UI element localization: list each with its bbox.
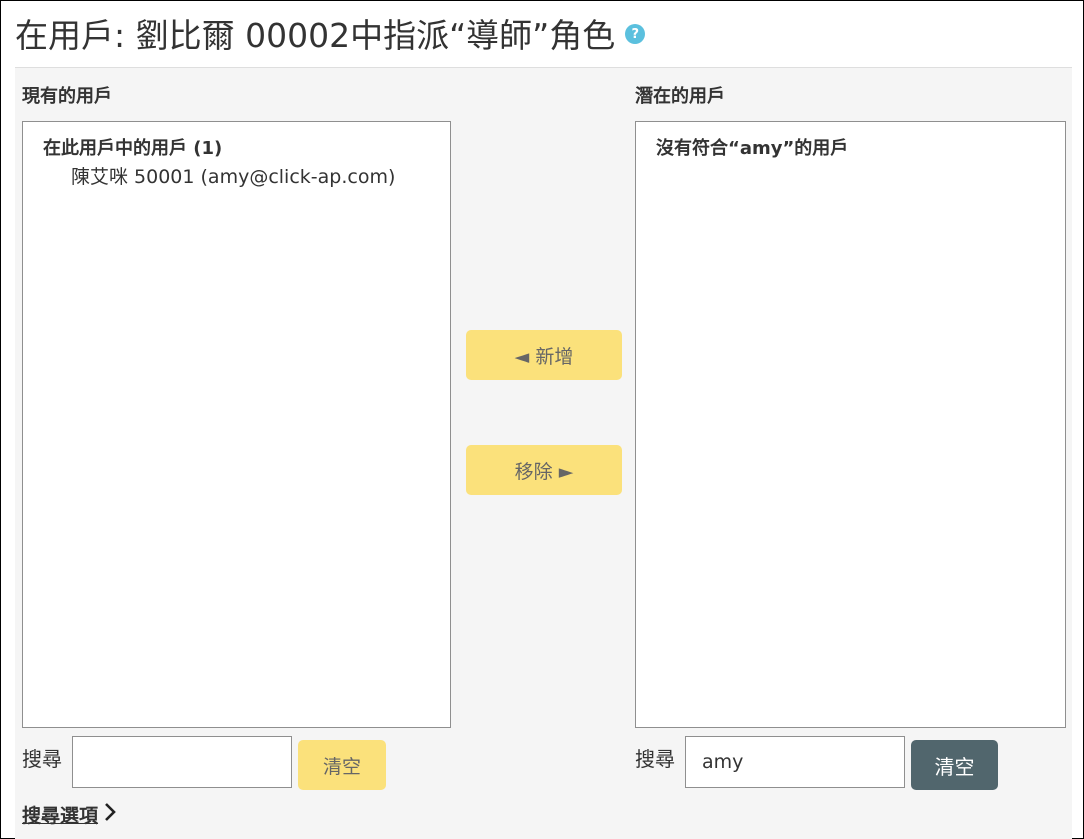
potential-clear-button[interactable]: 清空 [911,740,998,790]
existing-user-option[interactable]: 陳艾咪 50001 (amy@click-ap.com) [71,162,395,189]
help-icon[interactable]: ? [625,24,646,44]
existing-search-label: 搜尋 [22,747,62,771]
add-button[interactable]: ◄ 新增 [466,330,622,380]
existing-users-heading: 現有的用戶 [22,86,112,107]
assign-role-page: 在用戶: 劉比爾 00002中指派“導師”角色 ? 現有的用戶 在此用戶中的用戶… [0,0,1084,839]
potential-users-list[interactable]: 沒有符合“amy”的用戶 [635,121,1066,728]
potential-search-label: 搜尋 [635,747,675,771]
page-title: 在用戶: 劉比爾 00002中指派“導師”角色 [15,16,616,55]
user-selector-panel: 現有的用戶 在此用戶中的用戶 (1) 陳艾咪 50001 (amy@click-… [15,67,1072,839]
search-options-link[interactable]: 搜尋選項 [22,801,116,828]
potential-search-input[interactable] [685,736,905,788]
chevron-right-icon [104,802,116,827]
potential-users-heading: 潛在的用戶 [635,86,725,107]
page-header: 在用戶: 劉比爾 00002中指派“導師”角色 ? [15,11,646,55]
existing-users-list[interactable]: 在此用戶中的用戶 (1) 陳艾咪 50001 (amy@click-ap.com… [22,121,451,728]
existing-search-input[interactable] [72,736,292,788]
existing-users-group-label: 在此用戶中的用戶 (1) [43,138,223,159]
remove-button[interactable]: 移除 ► [466,445,622,495]
search-options-label: 搜尋選項 [22,805,99,827]
no-match-message: 沒有符合“amy”的用戶 [656,138,849,159]
existing-clear-button[interactable]: 清空 [298,740,386,790]
